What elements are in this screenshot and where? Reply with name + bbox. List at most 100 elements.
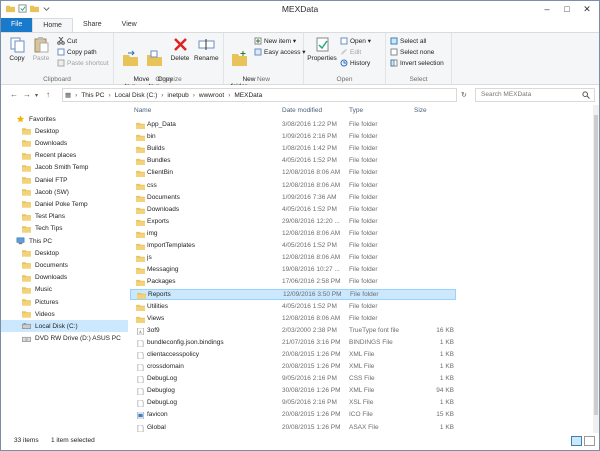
file-date: 1/08/2016 1:42 PM (282, 145, 337, 153)
history-button[interactable]: History (340, 59, 370, 67)
nav-item[interactable]: Jacob Smith Temp (1, 162, 128, 174)
image-file-icon (137, 412, 144, 420)
file-row[interactable]: css 12/08/2016 8:06 AM File folder (130, 181, 456, 192)
folder-icon (136, 195, 145, 202)
select-all-button[interactable]: Select all (390, 37, 426, 45)
file-row[interactable]: bin 1/09/2016 2:16 PM File folder (130, 132, 456, 143)
breadcrumb-inetpub[interactable]: inetpub (165, 92, 190, 99)
file-row[interactable]: Packages 17/06/2016 2:58 PM File folder (130, 277, 456, 288)
nav-item[interactable]: Documents (1, 259, 128, 271)
file-row[interactable]: img 12/08/2016 8:06 AM File folder (130, 229, 456, 240)
rename-button[interactable]: Rename (194, 36, 219, 62)
file-row[interactable]: crossdomain 20/08/2015 1:26 PM XML File 1 K… (130, 362, 456, 373)
file-row[interactable]: A 3of9 2/03/2000 2:38 PM TrueType font file… (130, 326, 456, 337)
folder-icon (22, 250, 31, 257)
breadcrumb-local-disk[interactable]: Local Disk (C:) (113, 92, 160, 99)
paste-button[interactable]: Paste (31, 36, 51, 62)
select-none-button[interactable]: Select none (390, 48, 434, 56)
recent-locations-dropdown[interactable]: ▾ (35, 92, 38, 99)
cut-button[interactable]: Cut (57, 37, 77, 45)
file-row[interactable]: Exports 29/08/2016 12:20 ... File folder (130, 217, 456, 228)
nav-item[interactable]: Daniel Poke Temp (1, 198, 128, 210)
file-row[interactable]: Downloads 4/05/2016 1:52 PM File folder (130, 205, 456, 216)
easy-access-button[interactable]: Easy access ▾ (254, 48, 306, 56)
file-row[interactable]: favicon 20/08/2015 1:26 PM ICO File 15 KB (130, 410, 456, 421)
file-row[interactable]: Documents 1/09/2016 7:36 AM File folder (130, 193, 456, 204)
breadcrumb-mexdata[interactable]: MEXData (232, 92, 264, 99)
details-view-button[interactable] (571, 436, 582, 446)
nav-item[interactable]: Desktop (1, 125, 128, 137)
nav-item[interactable]: Test Plans (1, 211, 128, 223)
tab-file[interactable]: File (1, 18, 33, 32)
properties-button[interactable]: Properties (306, 36, 338, 62)
nav-item[interactable]: Tech Tips (1, 223, 128, 235)
nav-item[interactable]: Local Disk (C:) (1, 320, 128, 333)
maximize-button[interactable]: □ (557, 2, 577, 16)
column-header-name[interactable]: Name (134, 107, 151, 114)
tab-view[interactable]: View (112, 18, 147, 32)
copy-button[interactable]: Copy (7, 36, 27, 62)
file-type: File folder (349, 278, 378, 286)
nav-item[interactable]: Videos (1, 308, 128, 320)
nav-item[interactable]: Music (1, 284, 128, 296)
nav-item[interactable]: Daniel FTP (1, 174, 128, 186)
nav-item[interactable]: Jacob (SW) (1, 186, 128, 198)
breadcrumb-this-pc[interactable]: This PC (79, 92, 106, 99)
tab-home[interactable]: Home (32, 18, 73, 32)
copy-path-button[interactable]: Copy path (57, 48, 97, 56)
up-button[interactable]: ↑ (46, 90, 50, 99)
file-row[interactable]: Global 20/08/2015 1:26 PM ASAX File 1 KB (130, 423, 456, 434)
file-row[interactable]: bundleconfig.json.bindings 21/07/2016 3:1… (130, 338, 456, 349)
nav-item[interactable]: Downloads (1, 272, 128, 284)
scrollbar-thumb[interactable] (594, 115, 598, 415)
file-row[interactable]: App_Data 3/08/2016 1:22 PM File folder (130, 120, 456, 131)
file-row[interactable]: Utilities 4/05/2016 1:52 PM File folder (130, 302, 456, 313)
file-row[interactable]: DebugLog 9/05/2016 2:16 PM CSS File 1 KB (130, 374, 456, 385)
file-row[interactable]: DebugLog 9/05/2016 2:16 PM XSL File 1 KB (130, 398, 456, 409)
nav-item[interactable]: Recent places (1, 150, 128, 162)
file-row[interactable]: clientaccesspolicy 20/08/2015 1:26 PM XML … (130, 350, 456, 361)
folder-icon (22, 311, 31, 318)
invert-selection-button[interactable]: Invert selection (390, 59, 444, 67)
nav-item[interactable]: This PC (1, 235, 128, 247)
nav-item[interactable]: Pictures (1, 296, 128, 308)
open-button[interactable]: Open ▾ (340, 37, 371, 45)
file-row[interactable]: Builds 1/08/2016 1:42 PM File folder (130, 144, 456, 155)
column-header-size[interactable]: Size (414, 107, 427, 114)
file-type: File folder (349, 217, 378, 225)
minimize-button[interactable]: – (537, 2, 557, 16)
nav-item[interactable]: DVD RW Drive (D:) ASUS PC (1, 333, 128, 345)
refresh-button[interactable]: ↻ (461, 91, 467, 99)
tab-share[interactable]: Share (73, 18, 112, 32)
file-row[interactable]: js 12/08/2016 8:06 AM File folder (130, 253, 456, 264)
file-type: File folder (349, 266, 378, 274)
new-item-button[interactable]: New item ▾ (254, 37, 296, 45)
file-type: File folder (349, 254, 378, 262)
close-button[interactable]: ✕ (577, 2, 597, 16)
file-row[interactable]: Debuglog 30/08/2016 1:26 PM XML File 94 KB (130, 386, 456, 397)
address-bar[interactable]: ▦ › This PC › Local Disk (C:) › inetpub … (62, 88, 457, 102)
file-row[interactable]: Reports 12/09/2016 3:50 PM File folder (130, 289, 456, 301)
nav-item[interactable]: Favorites (1, 113, 128, 125)
file-icon (137, 388, 144, 396)
file-row[interactable]: Bundles 4/05/2016 1:52 PM File folder (130, 156, 456, 167)
file-row[interactable]: ImportTemplates 4/05/2016 1:52 PM File fol… (130, 241, 456, 252)
back-button[interactable]: ← (10, 90, 18, 99)
nav-item[interactable]: Downloads (1, 137, 128, 149)
column-header-type[interactable]: Type (349, 107, 363, 114)
forward-button[interactable]: → (23, 90, 31, 99)
file-row[interactable]: Messaging 19/08/2016 10:27 ... File folder (130, 265, 456, 276)
edit-button[interactable]: Edit (340, 48, 361, 56)
file-row[interactable]: Views 12/08/2016 8:06 AM File folder (130, 314, 456, 325)
status-bar: 33 items 1 item selected (1, 433, 599, 450)
search-input[interactable]: Search MEXData (475, 88, 595, 102)
column-header-date[interactable]: Date modified (282, 107, 322, 114)
paste-shortcut-button[interactable]: Paste shortcut (57, 59, 109, 67)
file-list-scrollbar[interactable] (593, 105, 599, 433)
large-icons-view-button[interactable] (584, 436, 595, 446)
nav-item[interactable]: Desktop (1, 247, 128, 259)
file-date: 9/05/2016 2:16 PM (282, 375, 337, 383)
file-row[interactable]: ClientBin 12/08/2016 8:06 AM File folder (130, 168, 456, 179)
breadcrumb-wwwroot[interactable]: wwwroot (197, 92, 226, 99)
delete-button[interactable]: Delete (169, 36, 191, 62)
